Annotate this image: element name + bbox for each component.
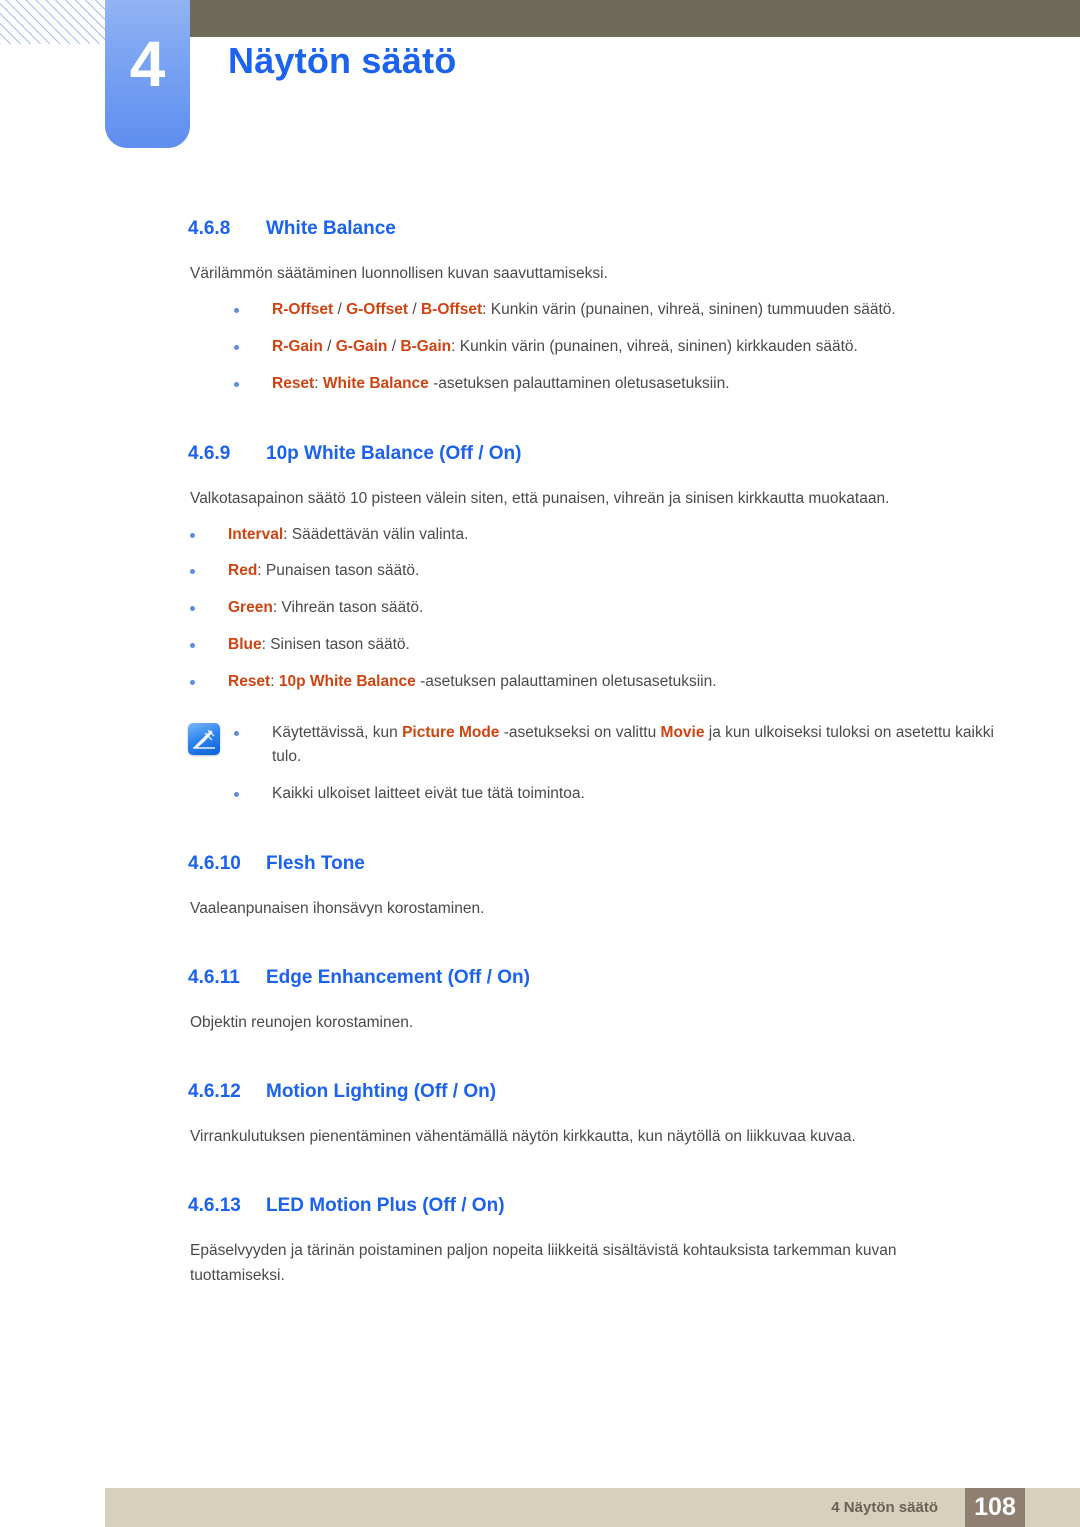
section-heading: 4.6.9 10p White Balance (Off / On) [188, 443, 1000, 465]
section-title: 10p White Balance (Off / On) [266, 442, 522, 464]
list-item: Reset: White Balance -asetuksen palautta… [232, 372, 1000, 397]
sections-container: 4.6.8 White Balance Värilämmön säätäminen … [0, 218, 1080, 1289]
list-item: Green: Vihreän tason säätö. [188, 596, 988, 621]
page-content: 4.6.8 White Balance Värilämmön säätäminen … [0, 190, 1080, 1289]
section-4.6.13: 4.6.13 LED Motion Plus (Off / On) Epäselvy… [0, 1195, 1080, 1288]
hatch-pattern-decoration [0, 0, 108, 44]
section-heading: 4.6.12 Motion Lighting (Off / On) [188, 1081, 1000, 1103]
note-list-item: Käytettävissä, kun Picture Mode -asetuks… [232, 721, 1000, 771]
note-pen-icon [188, 722, 220, 755]
chapter-title: Näytön säätö [228, 40, 457, 81]
body-text-run: : Punaisen tason säätö. [257, 562, 420, 580]
section-number: 4.6.11 [188, 967, 240, 989]
highlighted-term: Movie [660, 723, 705, 741]
highlighted-term: Reset [272, 374, 315, 392]
section-paragraph: Virrankulutuksen pienentäminen vähentämä… [190, 1128, 856, 1146]
section-heading: 4.6.8 White Balance [188, 218, 1000, 240]
note-box: Käytettävissä, kun Picture Mode -asetuks… [0, 721, 1000, 807]
section-paragraph: Objektin reunojen korostaminen. [190, 1014, 414, 1032]
section-number: 4.6.9 [188, 442, 231, 464]
highlighted-term: Reset [228, 672, 271, 690]
bullet-list: R-Offset / G-Offset / B-Offset: Kunkin v… [232, 298, 1000, 396]
section-number: 4.6.10 [188, 852, 241, 874]
list-item: Blue: Sinisen tason säätö. [188, 633, 988, 658]
highlighted-term: G-Offset [346, 301, 409, 319]
body-text-run: : Vihreän tason säätö. [272, 599, 424, 617]
section-title: Flesh Tone [266, 852, 365, 874]
section-title: Edge Enhancement (Off / On) [266, 967, 530, 989]
body-text-run: : Kunkin värin (punainen, vihreä, sinine… [451, 337, 858, 355]
body-text-run: : [270, 672, 279, 690]
body-text-run: -asetuksen palauttaminen oletusasetuksii… [415, 672, 717, 690]
note-list-item: Kaikki ulkoiset laitteet eivät tue tätä … [232, 782, 1000, 807]
list-item: Red: Punaisen tason säätö. [188, 559, 988, 584]
section-title: Motion Lighting (Off / On) [266, 1081, 497, 1103]
highlighted-term: B-Gain [400, 337, 452, 355]
highlighted-term: Green [228, 599, 273, 617]
section-paragraph: Epäselvyyden ja tärinän poistaminen palj… [190, 1242, 897, 1285]
body-text-run: -asetukseksi on valittu [499, 723, 661, 741]
section-number: 4.6.8 [188, 218, 231, 239]
body-text-run: : [314, 374, 323, 392]
section-paragraph: Valkotasapainon säätö 10 pisteen välein … [190, 489, 890, 507]
section-heading: 4.6.13 LED Motion Plus (Off / On) [188, 1195, 1000, 1217]
section-4.6.11: 4.6.11 Edge Enhancement (Off / On) Objekti… [0, 967, 1080, 1035]
chapter-number-badge: 4 [105, 0, 190, 148]
section-title: LED Motion Plus (Off / On) [266, 1195, 505, 1217]
footer-chapter-label: 4 Näytön säätö [831, 1499, 938, 1516]
page-header: 4 Näytön säätö [0, 0, 1080, 190]
highlighted-term: 10p White Balance [278, 672, 416, 690]
section-paragraph: Värilämmön säätäminen luonnollisen kuvan… [190, 265, 608, 282]
section-4.6.8: 4.6.8 White Balance Värilämmön säätäminen … [0, 218, 1080, 397]
section-4.6.10: 4.6.10 Flesh Tone Vaaleanpunaisen ihonsävy… [0, 853, 1080, 921]
section-heading: 4.6.10 Flesh Tone [188, 853, 1000, 875]
body-text-run: / [387, 337, 401, 355]
highlighted-term: R-Gain [272, 337, 323, 355]
body-text-run: : Kunkin värin (punainen, vihreä, sinine… [482, 301, 896, 319]
section-paragraph: Vaaleanpunaisen ihonsävyn korostaminen. [190, 899, 485, 917]
list-item: R-Offset / G-Offset / B-Offset: Kunkin v… [232, 298, 1000, 323]
highlighted-term: R-Offset [272, 301, 334, 319]
chapter-number: 4 [129, 28, 166, 100]
section-number: 4.6.12 [188, 1081, 241, 1103]
highlighted-term: G-Gain [335, 337, 388, 355]
body-text-run: / [408, 301, 421, 319]
body-text-run: / [333, 301, 347, 319]
section-title: White Balance [266, 218, 396, 239]
body-text-run: : Sinisen tason säätö. [261, 636, 410, 653]
highlighted-term: Red [228, 562, 258, 580]
list-item: Reset: 10p White Balance -asetuksen pala… [188, 670, 988, 695]
list-item: Interval: Säädettävän välin valinta. [188, 523, 988, 548]
note-bullet-list: Käytettävissä, kun Picture Mode -asetuks… [232, 721, 1000, 807]
section-number: 4.6.13 [188, 1195, 241, 1217]
section-4.6.12: 4.6.12 Motion Lighting (Off / On) Virranku… [0, 1081, 1080, 1149]
highlighted-term: Interval [228, 525, 284, 543]
highlighted-term: B-Offset [420, 301, 483, 319]
bullet-list: Interval: Säädettävän välin valinta. Red:… [188, 523, 1000, 695]
body-text-run: Käytettävissä, kun [272, 723, 403, 741]
footer-page-number: 108 [965, 1488, 1025, 1527]
body-text-run: : Säädettävän välin valinta. [283, 525, 469, 543]
section-heading: 4.6.11 Edge Enhancement (Off / On) [188, 967, 1000, 989]
list-item: R-Gain / G-Gain / B-Gain: Kunkin värin (… [232, 335, 1000, 360]
section-4.6.9: 4.6.9 10p White Balance (Off / On) Valkota… [0, 443, 1080, 807]
body-text-run: -asetuksen palauttaminen oletusasetuksii… [428, 374, 730, 392]
body-text-run: Kaikki ulkoiset laitteet eivät tue tätä … [272, 785, 585, 803]
header-olive-bar [190, 0, 1080, 37]
highlighted-term: White Balance [322, 374, 429, 392]
body-text-run: / [322, 337, 336, 355]
page-footer: 4 Näytön säätö 108 [0, 1470, 1080, 1527]
highlighted-term: Picture Mode [402, 723, 500, 741]
highlighted-term: Blue [228, 636, 262, 653]
